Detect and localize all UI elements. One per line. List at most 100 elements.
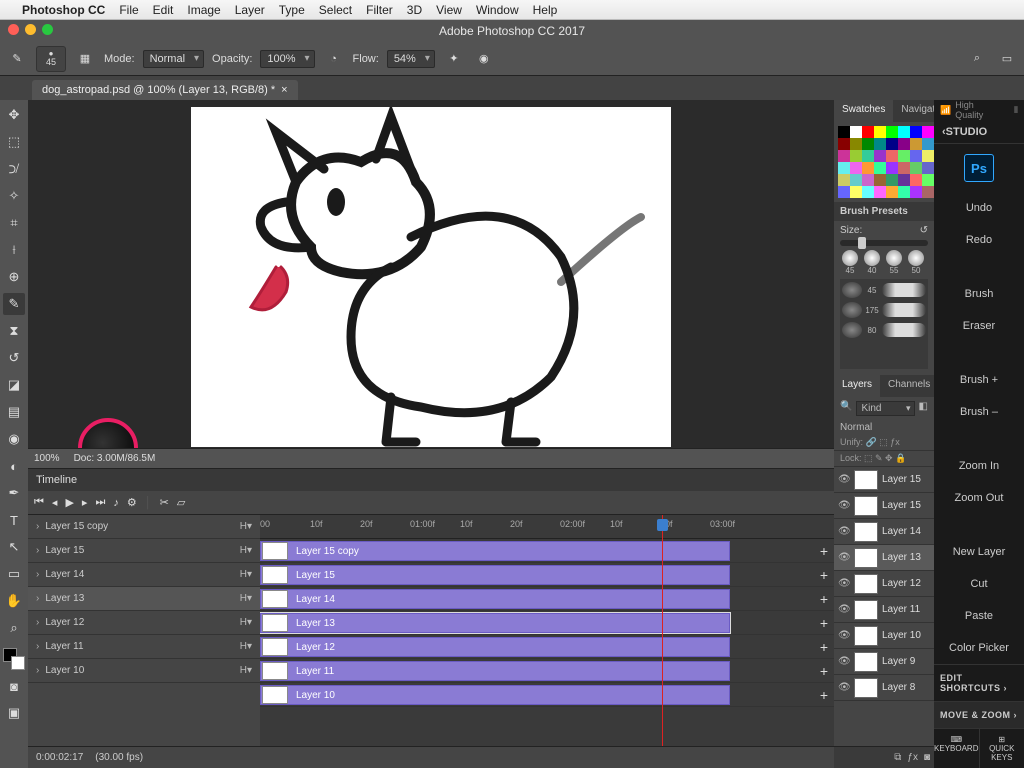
swatch[interactable] (898, 162, 910, 174)
layer-thumbnail[interactable] (854, 496, 878, 516)
astropad-new-layer[interactable]: New Layer (934, 536, 1024, 568)
swatch[interactable] (862, 138, 874, 150)
layer-row[interactable]: 👁Layer 12 (834, 571, 934, 597)
swatch[interactable] (874, 126, 886, 138)
next-frame-button[interactable]: ▸ (82, 496, 88, 509)
layer-row[interactable]: 👁Layer 11 (834, 597, 934, 623)
brush-preset[interactable]: 45 (840, 250, 860, 275)
add-keyframe-icon[interactable]: + (820, 687, 828, 703)
menu-window[interactable]: Window (476, 3, 519, 17)
layer-row[interactable]: 👁Layer 10 (834, 623, 934, 649)
type-tool-icon[interactable]: T (3, 509, 25, 531)
astropad-undo[interactable]: Undo (934, 192, 1024, 224)
pressure-opacity-icon[interactable]: ◔ (323, 48, 345, 70)
swatch[interactable] (862, 126, 874, 138)
swatch[interactable] (850, 162, 862, 174)
close-tab-icon[interactable]: × (281, 84, 287, 96)
move-tool-icon[interactable]: ✥ (3, 104, 25, 126)
reset-icon[interactable]: ↺ (920, 225, 928, 236)
brush-tool-icon[interactable]: ✎ (3, 293, 25, 315)
workspace-icon[interactable]: ▭ (996, 48, 1018, 70)
menu-help[interactable]: Help (533, 3, 558, 17)
layer-filter-select[interactable]: Kind (856, 401, 914, 416)
layer-fx-icon[interactable]: ƒx (907, 752, 918, 763)
airbrush-icon[interactable]: ✦ (443, 48, 465, 70)
swatch[interactable] (898, 138, 910, 150)
astropad-zoom-out[interactable]: Zoom Out (934, 482, 1024, 514)
menu-3d[interactable]: 3D (407, 3, 422, 17)
layer-list[interactable]: 👁Layer 15👁Layer 15👁Layer 14👁Layer 13👁Lay… (834, 467, 934, 746)
astropad-zoom-in[interactable]: Zoom In (934, 450, 1024, 482)
flow-select[interactable]: 54% (387, 50, 435, 68)
timeline-track[interactable]: Layer 12+ (260, 635, 834, 659)
swatch[interactable] (922, 174, 934, 186)
swatch[interactable] (922, 162, 934, 174)
maximize-icon[interactable] (42, 24, 53, 35)
layer-thumbnail[interactable] (854, 600, 878, 620)
canvas-area[interactable] (28, 100, 834, 448)
studio-back-button[interactable]: ‹ STUDIO (934, 120, 1024, 144)
blur-tool-icon[interactable]: ◉ (3, 428, 25, 450)
transition-icon[interactable]: ▱ (177, 496, 185, 509)
menu-type[interactable]: Type (279, 3, 305, 17)
menu-select[interactable]: Select (319, 3, 352, 17)
visibility-icon[interactable]: 👁 (838, 526, 850, 537)
split-icon[interactable]: ✂ (160, 496, 169, 509)
swatch[interactable] (850, 174, 862, 186)
settings-icon[interactable]: ⚙ (127, 496, 137, 509)
play-button[interactable]: ▶ (65, 496, 73, 509)
swatch[interactable] (922, 126, 934, 138)
minimize-icon[interactable] (25, 24, 36, 35)
timeline-track-header[interactable]: ›Layer 14H▾ (28, 563, 260, 587)
layer-thumbnail[interactable] (854, 574, 878, 594)
layer-row[interactable]: 👁Layer 14 (834, 519, 934, 545)
timeline-track[interactable]: Layer 13+ (260, 611, 834, 635)
swatch[interactable] (838, 186, 850, 198)
timeline-track-header[interactable]: ›Layer 13H▾ (28, 587, 260, 611)
layer-thumbnail[interactable] (854, 626, 878, 646)
astropad-brush-minus[interactable]: Brush – (934, 396, 1024, 428)
close-icon[interactable] (8, 24, 19, 35)
swatch[interactable] (886, 174, 898, 186)
swatch[interactable] (910, 126, 922, 138)
swatch[interactable] (898, 186, 910, 198)
menu-app[interactable]: Photoshop CC (22, 3, 105, 17)
timeline-track-header[interactable]: ›Layer 15H▾ (28, 539, 260, 563)
document-tab[interactable]: dog_astropad.psd @ 100% (Layer 13, RGB/8… (32, 80, 298, 100)
astropad-redo[interactable]: Redo (934, 224, 1024, 256)
swatch[interactable] (910, 138, 922, 150)
timeline-track-area[interactable]: 0010f20f01:00f10f20f02:00f10f20f03:00f L… (260, 515, 834, 746)
visibility-icon[interactable]: 👁 (838, 604, 850, 615)
visibility-icon[interactable]: 👁 (838, 474, 850, 485)
swatch[interactable] (874, 138, 886, 150)
search-icon[interactable]: ⌕ (966, 48, 988, 70)
timeline-track-header[interactable]: ›Layer 11H▾ (28, 635, 260, 659)
swatch[interactable] (910, 174, 922, 186)
layer-mask-icon[interactable]: ◙ (924, 752, 930, 763)
swatch[interactable] (910, 162, 922, 174)
add-keyframe-icon[interactable]: + (820, 543, 828, 559)
swatch[interactable] (886, 150, 898, 162)
swatch[interactable] (922, 186, 934, 198)
layer-thumbnail[interactable] (854, 678, 878, 698)
timeline-track-header[interactable]: ›Layer 12H▾ (28, 611, 260, 635)
playhead[interactable] (662, 515, 663, 746)
path-tool-icon[interactable]: ↖ (3, 536, 25, 558)
timeline-clip[interactable]: Layer 13 (260, 613, 730, 633)
foreground-background-colors[interactable] (3, 648, 25, 670)
quick-keys-button[interactable]: ⊞QUICK KEYS (980, 729, 1024, 768)
swatch[interactable] (886, 138, 898, 150)
swatch[interactable] (898, 174, 910, 186)
pen-tool-icon[interactable]: ✒ (3, 482, 25, 504)
screenmode-icon[interactable]: ▣ (3, 702, 25, 724)
eyedropper-tool-icon[interactable]: ⟊ (3, 239, 25, 261)
menu-filter[interactable]: Filter (366, 3, 393, 17)
timecode[interactable]: 0:00:02:17 (36, 752, 83, 763)
prev-frame-button[interactable]: ◂ (52, 496, 58, 509)
brush-preset[interactable]: 55 (884, 250, 904, 275)
timeline-track[interactable]: Layer 14+ (260, 587, 834, 611)
swatches-grid[interactable] (834, 122, 934, 202)
astropad-color-picker[interactable]: Color Picker (934, 632, 1024, 664)
add-keyframe-icon[interactable]: + (820, 639, 828, 655)
timeline-clip[interactable]: Layer 15 copy (260, 541, 730, 561)
